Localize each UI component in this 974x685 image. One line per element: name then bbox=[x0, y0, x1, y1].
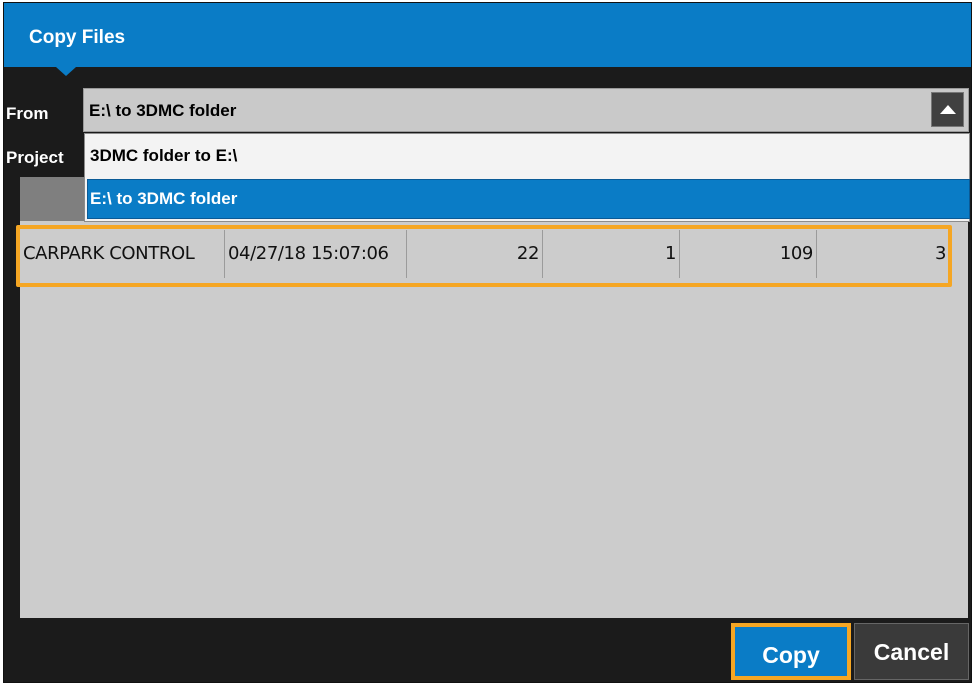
from-dropdown-list: 3DMC folder to E:\ E:\ to 3DMC folder bbox=[84, 133, 970, 222]
grid-header-cell bbox=[20, 177, 85, 221]
cell-value-1: 22 bbox=[407, 230, 543, 278]
cell-project-name: CARPARK CONTROL bbox=[20, 230, 225, 278]
cancel-button[interactable]: Cancel bbox=[854, 623, 969, 680]
from-dropdown[interactable]: E:\ to 3DMC folder bbox=[83, 88, 969, 132]
cell-value-3: 109 bbox=[680, 230, 817, 278]
copy-files-dialog: Copy Files From Project E:\ to 3DMC fold… bbox=[3, 2, 972, 683]
title-notch bbox=[56, 67, 76, 76]
copy-button[interactable]: Copy bbox=[731, 623, 851, 680]
chevron-up-icon[interactable] bbox=[931, 92, 964, 127]
table-row[interactable]: CARPARK CONTROL 04/27/18 15:07:06 22 1 1… bbox=[20, 230, 949, 278]
from-label: From bbox=[6, 104, 49, 123]
dropdown-option[interactable]: 3DMC folder to E:\ bbox=[88, 137, 237, 175]
dropdown-option-selected[interactable]: E:\ to 3DMC folder bbox=[87, 179, 970, 219]
cell-value-2: 1 bbox=[543, 230, 680, 278]
title-bar: Copy Files bbox=[4, 3, 971, 67]
dialog-title: Copy Files bbox=[29, 27, 126, 48]
cell-date: 04/27/18 15:07:06 bbox=[225, 230, 407, 278]
cell-value-4: 3 bbox=[934, 243, 946, 264]
project-grid: CARPARK CONTROL 04/27/18 15:07:06 22 1 1… bbox=[20, 177, 968, 618]
project-label: Project bbox=[6, 148, 64, 167]
from-dropdown-value: E:\ to 3DMC folder bbox=[89, 101, 237, 120]
